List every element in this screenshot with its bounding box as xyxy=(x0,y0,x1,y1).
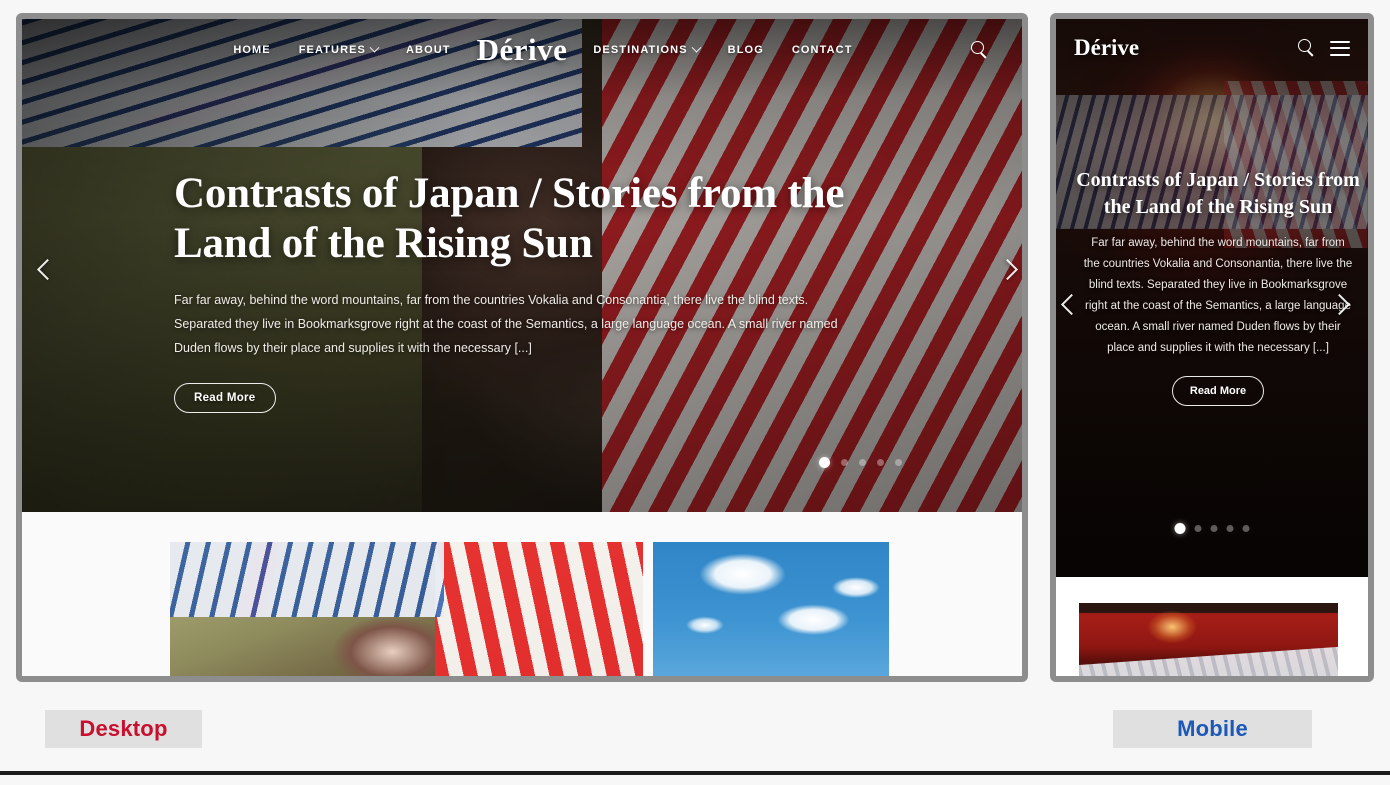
mobile-view-button[interactable]: Mobile xyxy=(1113,710,1312,748)
hamburger-menu-icon[interactable] xyxy=(1330,40,1350,56)
desktop-view-button[interactable]: Desktop xyxy=(45,710,202,748)
nav-item-label: ABOUT xyxy=(406,44,451,56)
carousel-dot[interactable] xyxy=(841,459,848,466)
site-logo[interactable]: Dérive xyxy=(1074,35,1139,61)
nav-item-features[interactable]: FEATURES xyxy=(298,42,380,56)
nav-item-label: CONTACT xyxy=(791,44,853,56)
preview-stage: HOME FEATURES ABOUT Dérive DESTINATIONS … xyxy=(0,0,1390,775)
nav-group-left: HOME FEATURES ABOUT xyxy=(54,42,477,56)
carousel-dot[interactable] xyxy=(1194,525,1202,532)
carousel-pagination xyxy=(1174,523,1250,534)
read-more-button[interactable]: Read More xyxy=(174,382,276,413)
carousel-dot[interactable] xyxy=(1210,525,1218,532)
mobile-hero-slider: Dérive Contrasts of Japan / Stories from… xyxy=(1056,19,1368,577)
mobile-hero-content: Contrasts of Japan / Stories from the La… xyxy=(1074,167,1362,406)
chevron-down-icon xyxy=(691,42,702,53)
nav-group-right: DESTINATIONS BLOG CONTACT xyxy=(567,39,990,61)
mobile-navigation-bar: Dérive xyxy=(1056,19,1368,77)
search-icon[interactable] xyxy=(968,39,990,61)
desktop-viewport: HOME FEATURES ABOUT Dérive DESTINATIONS … xyxy=(22,19,1022,676)
chevron-left-icon[interactable] xyxy=(1060,293,1090,323)
nav-item-label: FEATURES xyxy=(298,44,366,56)
carousel-dot[interactable] xyxy=(819,457,830,468)
mobile-nav-icon-group xyxy=(1295,37,1350,59)
blue-sky-clouds-photo[interactable] xyxy=(653,542,889,676)
carousel-pagination xyxy=(819,457,902,468)
desktop-content-strip xyxy=(22,512,1022,676)
chevron-right-icon[interactable] xyxy=(996,258,1022,288)
chevron-left-icon[interactable] xyxy=(36,258,66,288)
carousel-dot[interactable] xyxy=(1226,525,1234,532)
striped-umbrellas-photo[interactable] xyxy=(170,542,643,676)
red-lantern-shopfront-photo[interactable] xyxy=(1079,603,1338,676)
hero-description: Far far away, behind the word mountains,… xyxy=(174,292,838,356)
chevron-right-icon[interactable] xyxy=(1328,293,1358,323)
nav-item-about[interactable]: ABOUT xyxy=(406,44,451,56)
hero-title: Contrasts of Japan / Stories from the La… xyxy=(1076,169,1360,218)
hero-content: Contrasts of Japan / Stories from the La… xyxy=(174,169,864,413)
mobile-content-strip xyxy=(1056,577,1368,676)
site-logo[interactable]: Dérive xyxy=(477,32,568,68)
nav-item-label: HOME xyxy=(233,44,271,56)
nav-item-blog[interactable]: BLOG xyxy=(728,44,764,56)
nav-item-label: DESTINATIONS xyxy=(593,44,688,56)
search-icon[interactable] xyxy=(1295,37,1317,59)
hero-description: Far far away, behind the word mountains,… xyxy=(1083,237,1353,354)
carousel-dot[interactable] xyxy=(877,459,884,466)
carousel-dot[interactable] xyxy=(1174,523,1186,534)
nav-item-contact[interactable]: CONTACT xyxy=(792,44,853,56)
thumbnail-row xyxy=(170,542,889,676)
hero-title: Contrasts of Japan / Stories from the La… xyxy=(174,170,845,268)
desktop-main-navigation: HOME FEATURES ABOUT Dérive DESTINATIONS … xyxy=(22,19,1022,81)
read-more-button[interactable]: Read More xyxy=(1171,375,1265,406)
desktop-hero-slider: HOME FEATURES ABOUT Dérive DESTINATIONS … xyxy=(22,19,1022,512)
page-bottom-divider xyxy=(0,771,1390,775)
mobile-preview-frame: Dérive Contrasts of Japan / Stories from… xyxy=(1050,13,1374,682)
carousel-dot[interactable] xyxy=(1242,525,1250,532)
carousel-dot[interactable] xyxy=(895,459,902,466)
nav-item-label: BLOG xyxy=(727,44,764,56)
nav-item-home[interactable]: HOME xyxy=(233,44,270,56)
nav-item-destinations[interactable]: DESTINATIONS xyxy=(593,42,702,56)
desktop-preview-frame: HOME FEATURES ABOUT Dérive DESTINATIONS … xyxy=(16,13,1028,682)
chevron-down-icon xyxy=(369,42,380,53)
mobile-viewport: Dérive Contrasts of Japan / Stories from… xyxy=(1056,19,1368,676)
carousel-dot[interactable] xyxy=(859,459,866,466)
